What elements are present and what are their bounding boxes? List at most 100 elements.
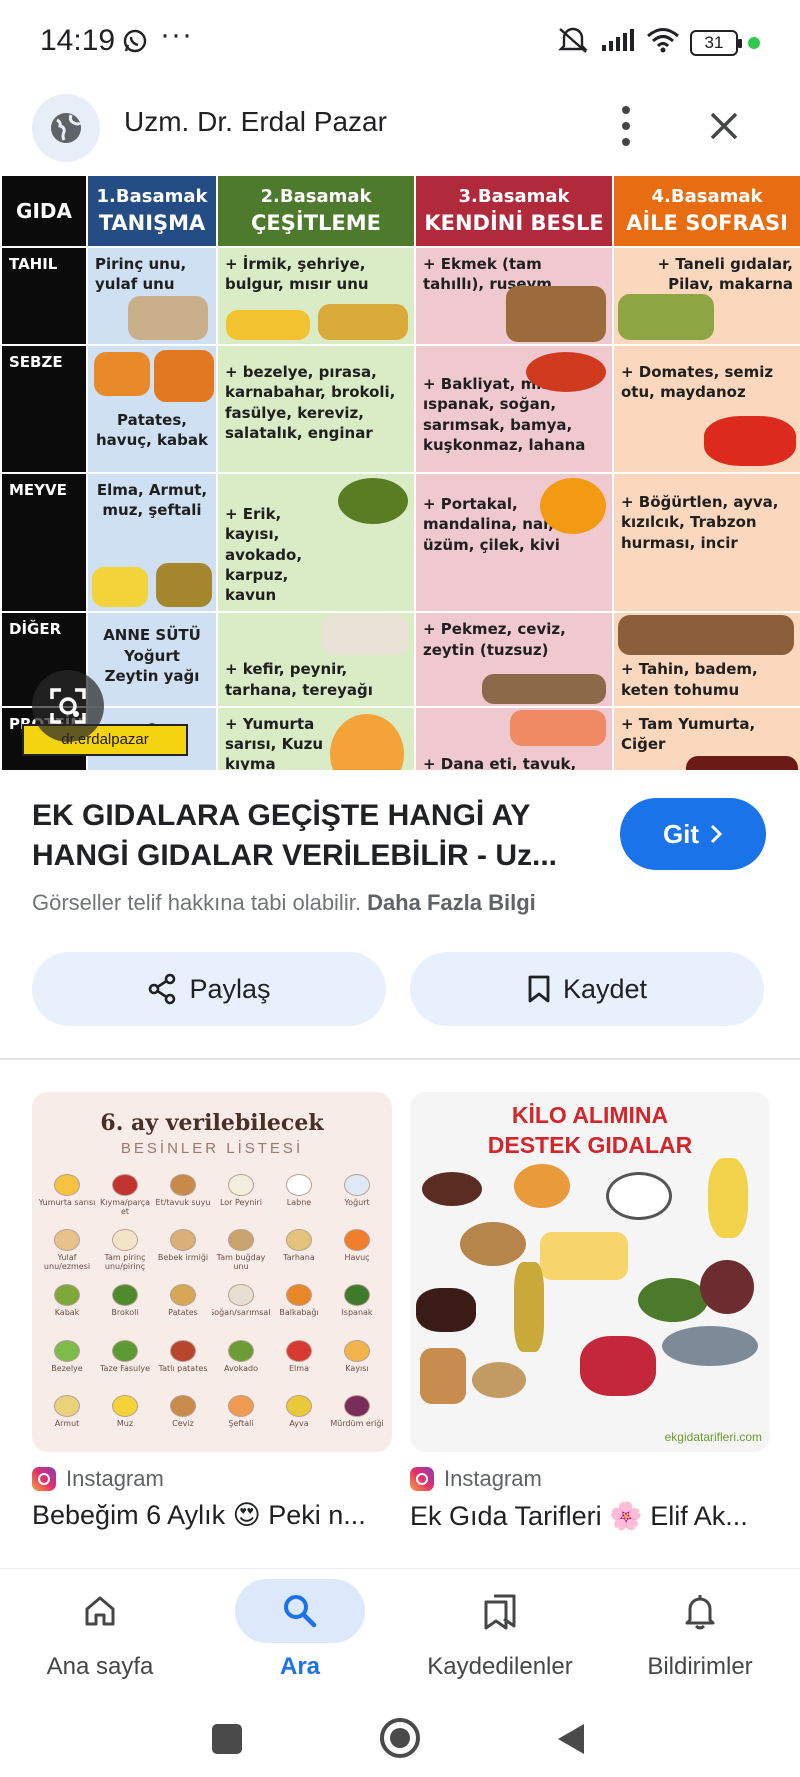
bell-icon [635, 1579, 765, 1643]
food-icon-label: Ayva [289, 1418, 309, 1428]
more-options-icon[interactable] [610, 100, 642, 152]
food-icon-label: Et/tavuk suyu [155, 1198, 211, 1207]
food-icon-label: Tatlı patates [158, 1363, 208, 1373]
food-icon-item: Elma [270, 1336, 328, 1391]
cell-sebze-2: + bezelye, pırasa, karnabahar, brokoli, … [216, 344, 416, 474]
food-icon-label: Armut [54, 1418, 80, 1428]
food-icon-label: Labne [286, 1198, 312, 1207]
food-icon-item: Tatlı patates [154, 1336, 212, 1391]
status-bar: 14:19 ··· 31 [0, 0, 800, 88]
food-icon-item: Bezelye [38, 1336, 96, 1391]
food-icon [54, 1174, 80, 1196]
food-icon [112, 1229, 138, 1252]
food-icon-item: Muz [96, 1391, 154, 1446]
share-button[interactable]: Paylaş [32, 952, 386, 1026]
cell-meyve-2: + Erik, kayısı, avokado, karpuz, kavun [216, 471, 416, 614]
battery-icon: 31 [690, 29, 742, 56]
food-icon-item: Kabak [38, 1280, 96, 1335]
lens-icon[interactable] [32, 670, 104, 742]
site-name[interactable]: Uzm. Dr. Erdal Pazar [124, 106, 387, 138]
food-icon-label: Bebek irmiği [157, 1253, 209, 1263]
main-image[interactable]: GIDA 1.Basamak TANIŞMA 2.Basamak ÇEŞİTLEME… [0, 174, 800, 770]
nav-search[interactable]: Ara [200, 1569, 400, 1701]
row-label-tahil: TAHIL [0, 246, 88, 346]
signal-icon [600, 27, 636, 58]
food-icon-item: Şeftali [212, 1391, 270, 1446]
food-icon-label: Kıyma/parça et [100, 1198, 150, 1216]
food-icon-label: Balkabağı [279, 1308, 319, 1318]
related-image-1-title: 6. ay verilebilecek [100, 1110, 324, 1136]
food-icon [286, 1229, 312, 1252]
food-icon-item: Ayva [270, 1391, 328, 1446]
saved-icon [435, 1579, 565, 1643]
food-icon-item: Et/tavuk suyu [154, 1170, 212, 1225]
food-icon-item: Mürdüm eriği [328, 1391, 386, 1446]
food-icon-label: Yulaf unu/ezmesi [43, 1253, 91, 1272]
visit-button[interactable]: Git [620, 798, 766, 870]
related-image-2-watermark: ekgidatarifleri.com [664, 1430, 762, 1444]
food-icon [112, 1174, 138, 1196]
related-caption-2[interactable]: Ek Gıda Tarifleri 🌸 Elif Ak... [410, 1500, 770, 1532]
save-button[interactable]: Kaydet [410, 952, 764, 1026]
header-gida: GIDA [0, 174, 88, 248]
cell-diger-1: ANNE SÜTÜ Yoğurt Zeytin yağı [86, 611, 218, 708]
instagram-icon [410, 1467, 434, 1491]
nav-notifications[interactable]: Bildirimler [600, 1569, 800, 1701]
more-info-link[interactable]: Daha Fazla Bilgi [367, 890, 536, 915]
result-title[interactable]: EK GIDALARA GEÇİŞTE HANGİ AY HANGİ GIDAL… [32, 796, 592, 876]
related-image-2[interactable]: KİLO ALIMINA DESTEK GIDALAR ekgidatarifl… [410, 1092, 770, 1452]
food-icon [170, 1229, 196, 1252]
food-icon [228, 1174, 254, 1196]
related-source-2[interactable]: Instagram [410, 1466, 542, 1492]
header-step-3: 3.Basamak KENDİNİ BESLE [414, 174, 614, 248]
nav-home[interactable]: Ana sayfa [0, 1569, 200, 1701]
related-source-1[interactable]: Instagram [32, 1466, 164, 1492]
clock: 14:19 [40, 24, 116, 57]
food-icon-label: Lor Peyniri [219, 1198, 263, 1207]
cell-diger-4: + Tahin, badem, keten tohumu [612, 611, 800, 708]
home-circle-icon[interactable] [380, 1718, 420, 1758]
food-icon [344, 1174, 370, 1196]
nav-saved[interactable]: Kaydedilenler [400, 1569, 600, 1701]
food-icon [286, 1284, 312, 1307]
food-stage-table: GIDA 1.Basamak TANIŞMA 2.Basamak ÇEŞİTLEME… [0, 174, 800, 770]
mute-icon [556, 26, 590, 59]
bookmark-icon [528, 975, 550, 1003]
food-icon-item: Tam pirinç unu/pirinç [96, 1225, 154, 1280]
share-label: Paylaş [189, 973, 271, 1004]
divider [0, 1058, 800, 1060]
search-icon [235, 1579, 365, 1643]
cell-protein-2: + Yumurta sarısı, Kuzu kıyma [216, 705, 416, 770]
food-icon-item: Patates [154, 1280, 212, 1335]
globe-icon[interactable] [32, 94, 100, 162]
food-icon-item: Tam buğday unu [212, 1225, 270, 1280]
row-label-meyve: MEYVE [0, 471, 88, 614]
cell-diger-3: + Pekmez, ceviz, zeytin (tuzsuz) [414, 611, 614, 708]
food-icon-label: Ispanak [341, 1308, 373, 1318]
food-icon [228, 1229, 254, 1252]
food-icon-label: Avokado [224, 1363, 258, 1373]
food-icon [228, 1339, 254, 1362]
food-icon [170, 1284, 196, 1307]
recents-icon[interactable] [212, 1724, 242, 1754]
related-caption-1[interactable]: Bebeğim 6 Aylık 😍 Peki n... [32, 1500, 392, 1531]
cell-diger-2: + kefir, peynir, tarhana, tereyağı [216, 611, 416, 708]
food-icon-label: Soğan/sarımsak [212, 1308, 270, 1318]
food-icon-item: Bebek irmiği [154, 1225, 212, 1280]
related-image-1[interactable]: 6. ay verilebilecek BESİNLER LİSTESİ Yum… [32, 1092, 392, 1452]
food-icon-label: Muz [116, 1418, 134, 1428]
cell-sebze-1: Patates, havuç, kabak [86, 344, 218, 474]
back-icon[interactable] [556, 1722, 586, 1761]
cell-protein-4: + Tam Yumurta, Ciğer [612, 705, 800, 770]
system-navigation [0, 1700, 800, 1777]
food-icon-label: Brokoli [111, 1308, 139, 1318]
food-icon [286, 1339, 312, 1362]
cell-sebze-4: + Domates, semiz otu, maydanoz [612, 344, 800, 474]
food-icon-label: Tarhana [283, 1253, 315, 1263]
close-icon[interactable] [702, 104, 746, 148]
related-image-1-subtitle: BESİNLER LİSTESİ [120, 1140, 304, 1157]
food-icon-label: Şeftali [228, 1418, 254, 1428]
food-icon [112, 1339, 138, 1362]
food-icon [344, 1394, 370, 1417]
visit-label: Git [662, 818, 700, 849]
